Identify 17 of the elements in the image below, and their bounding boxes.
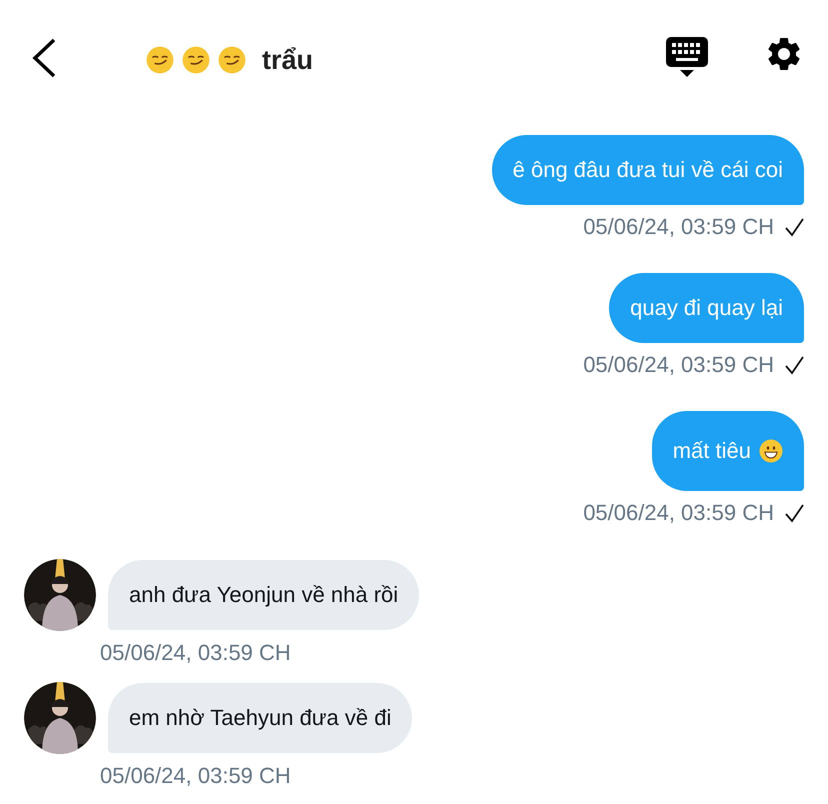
grinning-face-icon	[759, 439, 783, 463]
message-bubble: anh đưa Yeonjun về nhà rồi	[108, 560, 420, 630]
message-bubble: mất tiêu	[652, 411, 804, 491]
smirking-face-icon	[182, 46, 210, 74]
message-bubble: em nhờ Taehyun đưa về đi	[108, 683, 412, 753]
message-time: 05/06/24, 03:59 CH	[100, 763, 291, 789]
chat-title: trẩu	[262, 44, 314, 76]
message-time: 05/06/24, 03:59 CH	[583, 500, 774, 526]
smirking-face-icon	[218, 46, 246, 74]
keyboard-icon[interactable]	[666, 37, 708, 77]
message-time: 05/06/24, 03:59 CH	[583, 352, 774, 378]
smirking-face-icon	[146, 46, 174, 74]
message-time: 05/06/24, 03:59 CH	[100, 640, 291, 666]
message-bubble: ê ông đâu đưa tui về cái coi	[492, 135, 804, 205]
back-icon[interactable]	[30, 38, 58, 78]
message-bubble: quay đi quay lại	[609, 273, 804, 343]
message-time: 05/06/24, 03:59 CH	[583, 214, 774, 240]
